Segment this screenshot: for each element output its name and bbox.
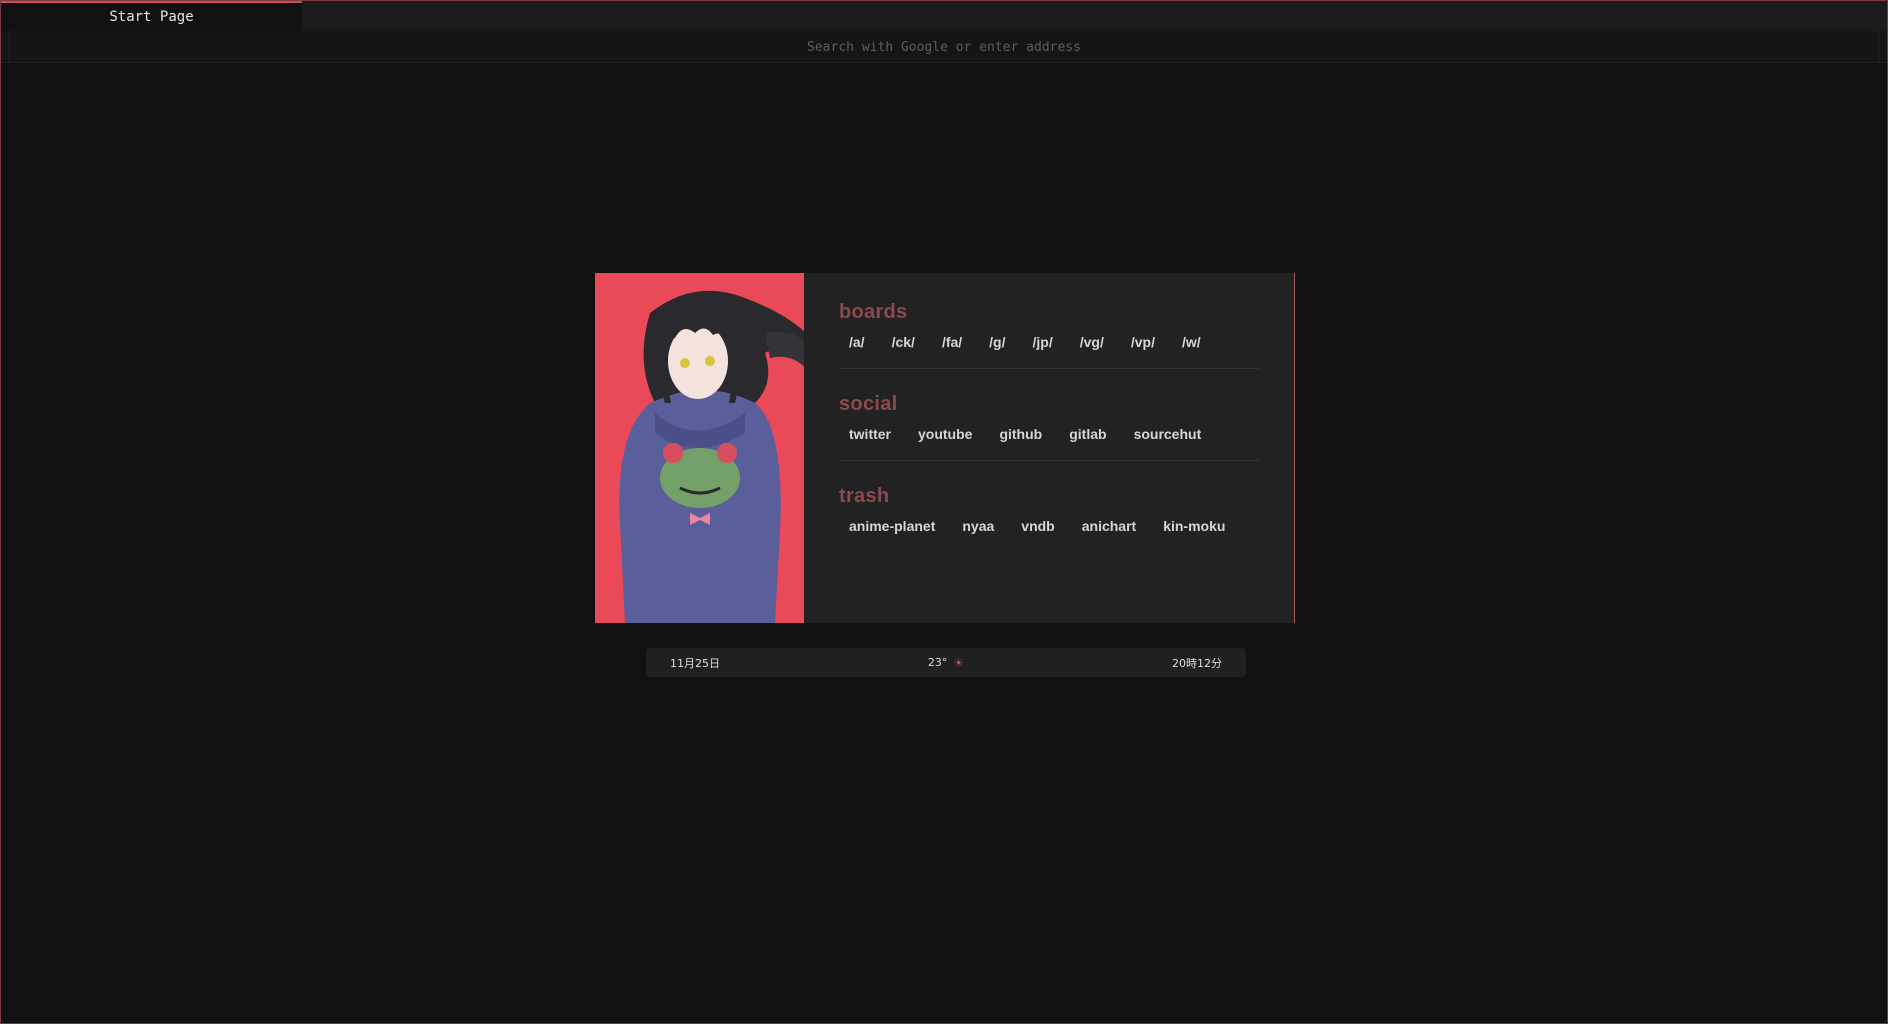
section-social: social twitter youtube github gitlab sou… bbox=[839, 393, 1259, 461]
tab-start-page[interactable]: Start Page bbox=[1, 1, 302, 31]
status-bar: 11月25日 23° ☀ 20時12分 bbox=[646, 648, 1246, 677]
sun-icon: ☀ bbox=[953, 655, 965, 670]
time-display: 20時12分 bbox=[1171, 656, 1222, 670]
anime-girl-image bbox=[595, 273, 804, 623]
link-vndb[interactable]: vndb bbox=[1021, 518, 1054, 534]
link-youtube[interactable]: youtube bbox=[918, 426, 972, 442]
tab-bar: Start Page bbox=[1, 1, 1887, 31]
section-trash: trash anime-planet nyaa vndb anichart ki… bbox=[839, 485, 1259, 552]
link-gitlab[interactable]: gitlab bbox=[1069, 426, 1106, 442]
link-anime-planet[interactable]: anime-planet bbox=[849, 518, 935, 534]
start-page-card: boards /a/ /ck/ /fa/ /g/ /jp/ /vg/ /vp/ … bbox=[595, 273, 1295, 623]
date-display: 11月25日 bbox=[670, 656, 720, 670]
link-board-vg[interactable]: /vg/ bbox=[1080, 334, 1104, 350]
address-input[interactable] bbox=[9, 31, 1879, 63]
link-board-fa[interactable]: /fa/ bbox=[942, 334, 962, 350]
link-board-a[interactable]: /a/ bbox=[849, 334, 865, 350]
section-title-trash: trash bbox=[839, 485, 890, 507]
link-board-w[interactable]: /w/ bbox=[1182, 334, 1201, 350]
trash-links: anime-planet nyaa vndb anichart kin-moku bbox=[839, 518, 1259, 534]
anime-girl-illustration bbox=[595, 273, 804, 623]
link-board-vp[interactable]: /vp/ bbox=[1131, 334, 1155, 350]
section-title-boards: boards bbox=[839, 301, 908, 323]
weather-display: 23° ☀ bbox=[928, 656, 964, 670]
address-bar bbox=[1, 31, 1887, 63]
temperature: 23° bbox=[927, 656, 948, 669]
link-board-ck[interactable]: /ck/ bbox=[892, 334, 915, 350]
section-title-social: social bbox=[839, 393, 898, 415]
bookmarks-panel: boards /a/ /ck/ /fa/ /g/ /jp/ /vg/ /vp/ … bbox=[804, 273, 1294, 623]
link-twitter[interactable]: twitter bbox=[849, 426, 891, 442]
link-board-g[interactable]: /g/ bbox=[989, 334, 1005, 350]
link-kin-moku[interactable]: kin-moku bbox=[1163, 518, 1225, 534]
link-sourcehut[interactable]: sourcehut bbox=[1134, 426, 1202, 442]
browser-window: Start Page Search with Google or enter a… bbox=[0, 0, 1888, 1024]
link-github[interactable]: github bbox=[999, 426, 1042, 442]
link-nyaa[interactable]: nyaa bbox=[962, 518, 994, 534]
section-boards: boards /a/ /ck/ /fa/ /g/ /jp/ /vg/ /vp/ … bbox=[839, 301, 1259, 369]
link-anichart[interactable]: anichart bbox=[1082, 518, 1136, 534]
link-board-jp[interactable]: /jp/ bbox=[1033, 334, 1053, 350]
social-links: twitter youtube github gitlab sourcehut bbox=[839, 426, 1259, 442]
boards-links: /a/ /ck/ /fa/ /g/ /jp/ /vg/ /vp/ /w/ bbox=[839, 334, 1259, 350]
tab-label: Start Page bbox=[109, 9, 194, 25]
